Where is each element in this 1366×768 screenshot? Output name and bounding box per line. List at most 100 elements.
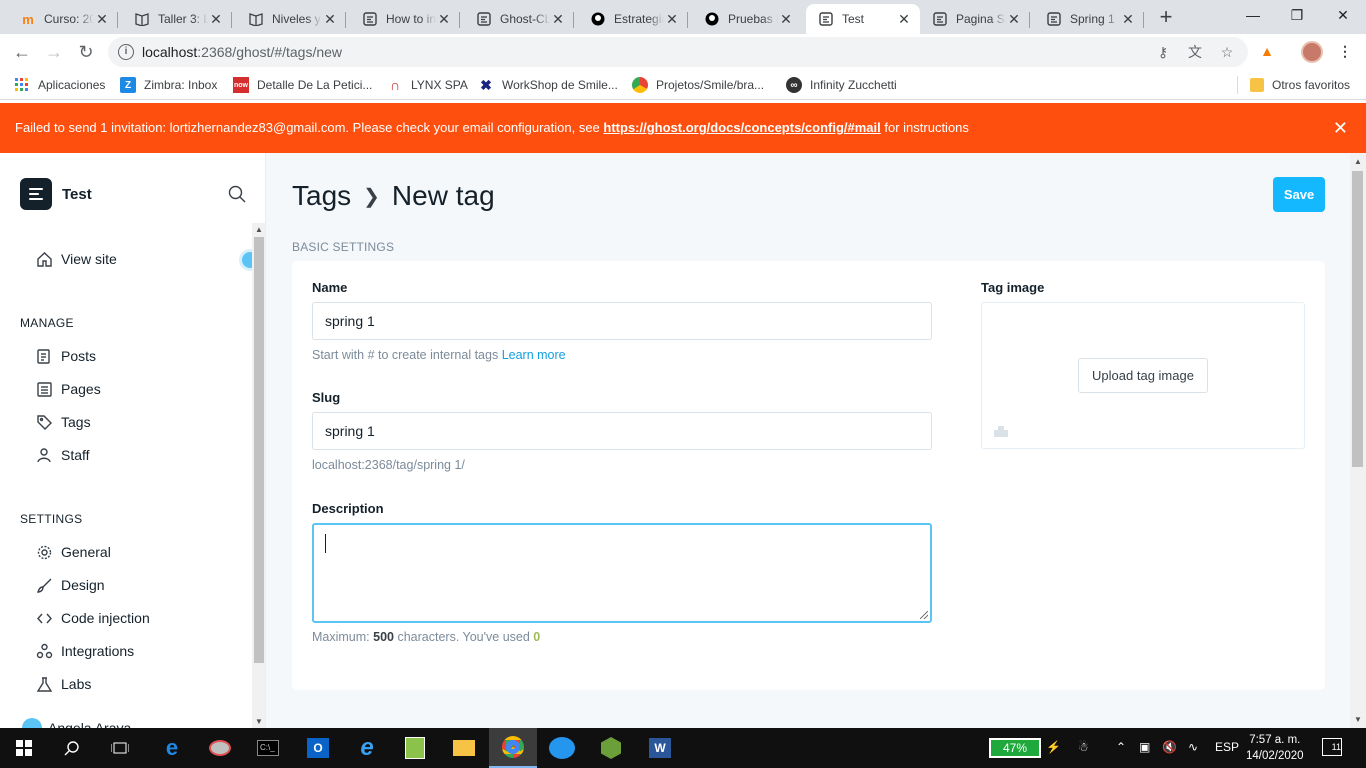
nodejs-icon[interactable] — [587, 728, 635, 768]
back-icon[interactable]: ← — [10, 40, 34, 64]
minimize-button[interactable]: — — [1230, 0, 1276, 30]
internet-explorer-icon[interactable]: e — [343, 728, 391, 768]
terminal-icon[interactable]: C:\_ — [244, 728, 292, 768]
bookmark-item[interactable]: ∞ Infinity Zucchetti — [786, 76, 897, 94]
reload-icon[interactable]: ↻ — [74, 40, 98, 64]
close-icon[interactable]: ✕ — [1333, 119, 1348, 137]
scroll-up-icon[interactable]: ▲ — [1354, 157, 1362, 166]
close-tab-icon[interactable]: ✕ — [94, 11, 110, 27]
scrollbar-thumb[interactable] — [254, 237, 264, 663]
sidebar-item-tags[interactable]: Tags — [36, 411, 91, 433]
close-tab-icon[interactable]: ✕ — [896, 11, 912, 27]
sidebar-item-code-injection[interactable]: Code injection — [36, 607, 150, 629]
close-tab-icon[interactable]: ✕ — [1006, 11, 1022, 27]
scroll-down-icon[interactable]: ▼ — [1354, 715, 1362, 724]
docker-icon[interactable] — [538, 728, 586, 768]
description-textarea[interactable] — [312, 523, 932, 623]
sidebar-scrollbar[interactable]: ▲ ▼ — [252, 223, 265, 728]
new-tab-button[interactable]: + — [1154, 6, 1178, 30]
upload-tag-image-button[interactable]: Upload tag image — [1078, 358, 1208, 393]
bookmark-item[interactable]: ∩ LYNX SPA — [387, 76, 468, 94]
sidebar-item-design[interactable]: Design — [36, 574, 105, 596]
sidebar-item-posts[interactable]: Posts — [36, 345, 96, 367]
site-brand[interactable]: Test — [20, 178, 92, 210]
breadcrumb-tags-link[interactable]: Tags — [292, 180, 351, 212]
forward-icon[interactable]: → — [42, 40, 66, 64]
sidebar-item-labs[interactable]: Labs — [36, 673, 91, 695]
chrome-taskbar-icon[interactable] — [489, 728, 537, 768]
translate-icon[interactable]: 文 — [1186, 43, 1204, 61]
bookmark-item[interactable]: Projetos/Smile/bra... — [632, 76, 764, 94]
search-icon[interactable] — [48, 728, 96, 768]
bookmark-folder[interactable]: Otros favoritos — [1250, 76, 1350, 94]
sidebar-item-general[interactable]: General — [36, 541, 111, 563]
volume-muted-icon[interactable]: 🔇 — [1162, 740, 1177, 754]
search-icon[interactable] — [228, 185, 246, 203]
edge-icon[interactable]: e — [148, 728, 196, 768]
close-tab-icon[interactable]: ✕ — [1120, 11, 1136, 27]
name-input[interactable]: spring 1 — [312, 302, 932, 340]
resize-grip-icon[interactable] — [920, 611, 928, 619]
browser-tab[interactable]: Pruebas E✕ — [692, 4, 802, 34]
maximize-button[interactable]: ❐ — [1274, 0, 1320, 30]
page-scrollbar[interactable]: ▲ ▼ — [1350, 153, 1366, 728]
people-icon[interactable]: ☃ — [1078, 740, 1089, 754]
browser-tab[interactable]: Taller 3: L ✕ — [122, 4, 232, 34]
word-icon[interactable]: W — [636, 728, 684, 768]
scroll-up-icon[interactable]: ▲ — [255, 225, 263, 234]
battery-indicator[interactable]: 47% — [989, 738, 1041, 758]
paint-icon[interactable] — [196, 728, 244, 768]
notepad-plus-icon[interactable] — [391, 728, 439, 768]
power-plug-icon[interactable]: ⚡ — [1046, 740, 1061, 754]
close-tab-icon[interactable]: ✕ — [778, 11, 794, 27]
browser-tab[interactable]: How to in ✕ — [350, 4, 460, 34]
menu-icon[interactable]: ⋮ — [1336, 42, 1354, 60]
sidebar-item-pages[interactable]: Pages — [36, 378, 101, 400]
bookmark-item[interactable]: ✖ WorkShop de Smile... — [478, 76, 618, 94]
system-clock[interactable]: 7:57 a. m. 14/02/2020 — [1246, 732, 1304, 764]
sidebar-item-staff[interactable]: Staff — [36, 444, 90, 466]
address-bar[interactable]: i localhost:2368/ghost/#/tags/new ⚷ 文 ☆ — [108, 37, 1248, 67]
alert-config-link[interactable]: https://ghost.org/docs/concepts/config/#… — [603, 120, 880, 135]
profile-avatar[interactable] — [1301, 41, 1323, 63]
learn-more-link[interactable]: Learn more — [502, 348, 566, 362]
browser-tab[interactable]: Pagina Sp ✕ — [920, 4, 1030, 34]
scrollbar-thumb[interactable] — [1352, 171, 1363, 467]
browser-tab[interactable]: Niveles y ✕ — [236, 4, 346, 34]
close-tab-icon[interactable]: ✕ — [436, 11, 452, 27]
close-tab-icon[interactable]: ✕ — [664, 11, 680, 27]
notifications-icon[interactable]: 11 — [1322, 738, 1342, 756]
outlook-icon[interactable]: O — [294, 728, 342, 768]
slug-input[interactable]: spring 1 — [312, 412, 932, 450]
network-icon[interactable]: ▣ — [1139, 740, 1150, 754]
close-tab-icon[interactable]: ✕ — [322, 11, 338, 27]
tab-title: Estrategia — [614, 12, 664, 26]
browser-tab[interactable]: Ghost-CL ✕ — [464, 4, 574, 34]
bookmark-item[interactable]: Aplicaciones — [14, 76, 105, 94]
file-explorer-icon[interactable] — [440, 728, 488, 768]
windows-start-icon[interactable] — [0, 728, 48, 768]
sidebar-item-integrations[interactable]: Integrations — [36, 640, 134, 662]
bookmark-item[interactable]: Z Zimbra: Inbox — [120, 76, 217, 94]
extension-icon[interactable]: ▲ — [1258, 42, 1276, 60]
close-tab-icon[interactable]: ✕ — [208, 11, 224, 27]
language-indicator[interactable]: ESP — [1215, 740, 1239, 754]
view-site-link[interactable]: View site — [36, 248, 117, 270]
task-view-icon[interactable] — [96, 728, 144, 768]
browser-tab[interactable]: m Curso: 20 ✕ — [8, 4, 118, 34]
browser-tab[interactable]: Estrategia ✕ — [578, 4, 688, 34]
close-tab-icon[interactable]: ✕ — [550, 11, 566, 27]
browser-tab[interactable]: Test ✕ — [806, 4, 920, 34]
bookmark-item[interactable]: now Detalle De La Petici... — [233, 76, 372, 94]
wifi-icon[interactable]: ∿ — [1188, 740, 1198, 754]
close-window-button[interactable]: ✕ — [1320, 0, 1366, 30]
scroll-down-icon[interactable]: ▼ — [255, 717, 263, 726]
site-info-icon[interactable]: i — [118, 44, 134, 60]
tag-image-dropzone[interactable]: Upload tag image — [981, 302, 1305, 449]
key-icon[interactable]: ⚷ — [1154, 43, 1172, 61]
save-button[interactable]: Save — [1273, 177, 1325, 212]
bookmark-star-icon[interactable]: ☆ — [1218, 43, 1236, 61]
user-menu[interactable]: Angela Araya — [22, 717, 131, 728]
browser-tab[interactable]: Spring 1 ✕ — [1034, 4, 1144, 34]
chevron-up-icon[interactable]: ⌃ — [1116, 740, 1126, 754]
